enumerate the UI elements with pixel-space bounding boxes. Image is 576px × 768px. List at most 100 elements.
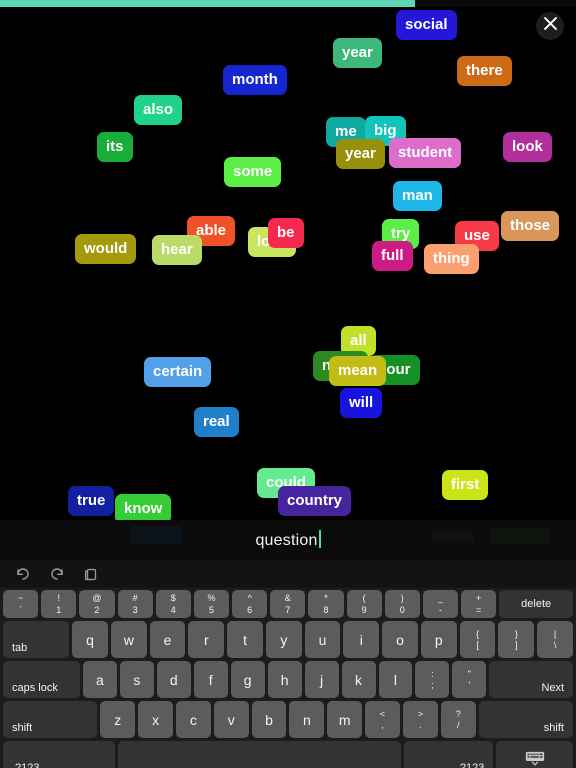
word-chip[interactable]: know (115, 494, 172, 520)
key-delete[interactable]: delete (499, 590, 574, 618)
key-quote[interactable]: " ' (452, 661, 487, 698)
key-semicolon[interactable]: :; (415, 661, 450, 698)
key-shift-right[interactable]: shift (478, 701, 573, 738)
key-period[interactable]: >. (402, 701, 438, 738)
key-0[interactable]: ) 0 (384, 590, 420, 618)
word-chip[interactable]: would (75, 234, 137, 264)
key-t[interactable]: t (227, 621, 263, 658)
key-bracket-right[interactable]: }] (498, 621, 535, 658)
key-tab[interactable]: tab (3, 621, 70, 658)
word-chip[interactable]: its (97, 132, 133, 162)
word-chip[interactable]: real (194, 407, 239, 437)
word-chip[interactable]: student (389, 138, 462, 168)
key-8[interactable]: * 8 (308, 590, 344, 618)
key-j[interactable]: j (304, 661, 339, 698)
key-w[interactable]: w (110, 621, 147, 658)
key-n[interactable]: n (289, 701, 325, 738)
key-primary-label: 2 (94, 604, 100, 615)
key-l[interactable]: l (378, 661, 413, 698)
key-label: m (338, 711, 351, 728)
key-comma[interactable]: <, (365, 701, 400, 738)
clipboard-icon[interactable] (82, 565, 100, 583)
key-q[interactable]: q (72, 621, 108, 658)
key-7[interactable]: & 7 (270, 590, 306, 618)
key-1[interactable]: ! 1 (41, 590, 77, 618)
key-primary-label: \ (553, 640, 557, 650)
word-chip[interactable]: full (372, 241, 413, 271)
key-d[interactable]: d (156, 661, 191, 698)
key-9[interactable]: (9 (346, 590, 382, 618)
keyboard-toolbar (0, 560, 576, 588)
key-2[interactable]: @2 (79, 590, 115, 618)
key-o[interactable]: o (382, 621, 418, 658)
word-chip[interactable]: year (336, 139, 385, 169)
word-chip[interactable]: mean (329, 356, 387, 386)
key-i[interactable]: i (343, 621, 380, 658)
word-chip[interactable]: year (333, 38, 382, 68)
key-x[interactable]: x (138, 701, 173, 738)
bottom-row: .?123 .?123 (3, 741, 574, 768)
key-equals[interactable]: + = (461, 590, 497, 618)
key-z[interactable]: z (100, 701, 136, 738)
key-secondary-label: + (476, 593, 482, 604)
key-r[interactable]: r (188, 621, 225, 658)
key-s[interactable]: s (119, 661, 154, 698)
key-secondary-label: % (207, 593, 216, 604)
text-input-bar[interactable]: question (0, 520, 576, 560)
key-f[interactable]: f (193, 661, 228, 698)
key-6[interactable]: ^ 6 (232, 590, 268, 618)
word-chip[interactable]: be (268, 218, 304, 248)
key-u[interactable]: u (304, 621, 341, 658)
word-chip[interactable]: month (223, 65, 287, 95)
key-a[interactable]: a (82, 661, 117, 698)
key-5[interactable]: % 5 (193, 590, 230, 618)
key-primary-label: 8 (323, 604, 329, 615)
key-h[interactable]: h (267, 661, 302, 698)
key-b[interactable]: b (251, 701, 287, 738)
word-chip[interactable]: there (457, 56, 512, 86)
key-c[interactable]: c (176, 701, 211, 738)
key-3[interactable]: #3 (117, 590, 153, 618)
word-chip[interactable]: true (68, 486, 115, 516)
word-chip[interactable]: social (396, 10, 457, 40)
key-caps-lock[interactable]: caps lock (3, 661, 80, 698)
key-secondary-label: $ (170, 593, 176, 604)
key-numbers-left[interactable]: .?123 (3, 741, 115, 768)
key-label: x (152, 711, 160, 728)
key-secondary-label: # (132, 593, 138, 604)
key-hide-keyboard[interactable] (496, 741, 574, 768)
key-v[interactable]: v (213, 701, 249, 738)
key-slash[interactable]: ? / (440, 701, 476, 738)
redo-icon[interactable] (48, 565, 66, 583)
word-chip[interactable]: country (278, 486, 352, 516)
word-chip[interactable]: also (134, 95, 183, 125)
word-chip[interactable]: certain (144, 357, 212, 387)
key-y[interactable]: y (265, 621, 302, 658)
word-chip[interactable]: will (340, 388, 383, 418)
word-chip[interactable]: some (224, 157, 282, 187)
key-tilde[interactable]: ~ ` (3, 590, 39, 618)
word-chip[interactable]: first (442, 470, 489, 500)
key-next[interactable]: Next (489, 661, 574, 698)
key-label: q (86, 631, 94, 648)
key-minus[interactable]: _ - (422, 590, 459, 618)
key-k[interactable]: k (341, 661, 376, 698)
key-primary-label: ` (19, 604, 23, 615)
key-p[interactable]: p (420, 621, 457, 658)
key-shift-left[interactable]: shift (3, 701, 98, 738)
key-e[interactable]: e (149, 621, 186, 658)
word-chip[interactable]: thing (424, 244, 479, 274)
word-chip[interactable]: hear (152, 235, 202, 265)
key-g[interactable]: g (230, 661, 265, 698)
word-chip[interactable]: those (501, 211, 560, 241)
word-chip[interactable]: man (393, 181, 442, 211)
key-4[interactable]: $4 (155, 590, 191, 618)
key-bracket-left[interactable]: {[ (459, 621, 496, 658)
key-backslash[interactable]: | \ (537, 621, 573, 658)
word-chip[interactable]: look (503, 132, 552, 162)
key-primary-label: 0 (399, 604, 405, 615)
key-space[interactable] (117, 741, 401, 768)
key-numbers-right[interactable]: .?123 (403, 741, 494, 768)
undo-icon[interactable] (14, 565, 32, 583)
key-m[interactable]: m (327, 701, 363, 738)
